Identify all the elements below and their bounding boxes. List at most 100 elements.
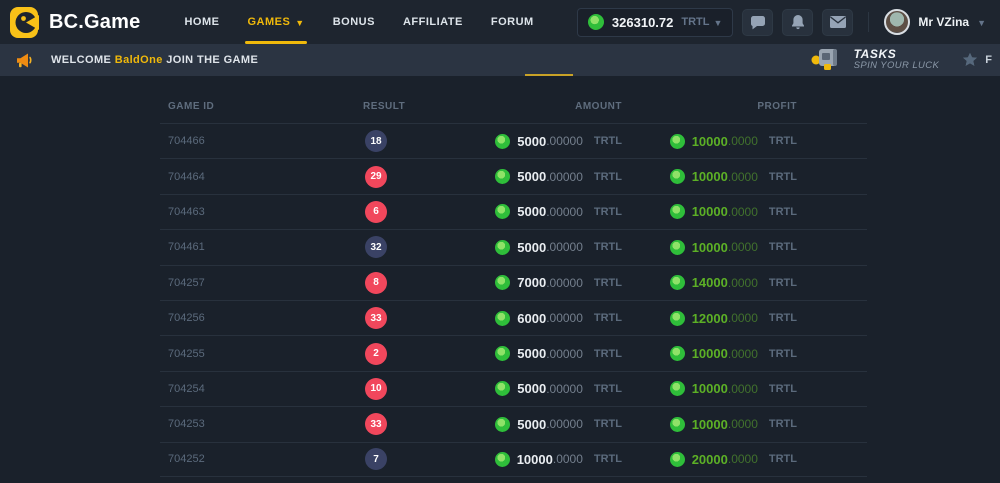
main-content: GAME ID RESULT AMOUNT PROFIT 704466 18 5… [0,76,1000,477]
game-id-cell: 704463 [160,206,363,218]
welcome-message: WELCOME BaldOne JOIN THE GAME [51,54,258,66]
currency-label: TRTL [594,241,622,253]
game-id-cell: 704466 [160,135,363,147]
amount-cell: 6000.00000 TRTL [473,311,622,326]
profit-cell: 20000.0000 TRTL [622,452,797,467]
table-row[interactable]: 704255 2 5000.00000 TRTL 10000.0000 TRTL [160,335,867,370]
game-id-cell: 704255 [160,348,363,360]
amount-cell: 5000.00000 TRTL [473,240,622,255]
column-header-amount: AMOUNT [473,101,622,112]
profit-cell: 10000.0000 TRTL [622,134,797,149]
currency-label: TRTL [769,453,797,465]
coin-icon [670,134,685,149]
messages-button[interactable] [822,9,853,36]
game-id-cell: 704254 [160,383,363,395]
chevron-down-icon: ▼ [295,19,304,28]
tasks-widget[interactable]: TASKS SPIN YOUR LUCK [811,47,940,73]
coin-icon [495,452,510,467]
bets-table: GAME ID RESULT AMOUNT PROFIT 704466 18 5… [160,90,867,477]
currency-label: TRTL [769,348,797,360]
brand-logo[interactable]: BC.Game [10,6,140,39]
amount-cell: 5000.00000 TRTL [473,346,622,361]
profit-cell: 10000.0000 TRTL [622,417,797,432]
nav-item-forum[interactable]: FORUM [477,0,548,44]
notifications-button[interactable] [782,9,813,36]
nav-item-games[interactable]: GAMES▼ [233,0,318,44]
game-id-cell: 704256 [160,312,363,324]
result-cell: 8 [363,272,473,294]
chevron-down-icon: ▼ [713,19,722,28]
balance-currency: TRTL [681,16,709,28]
amount-cell: 5000.00000 TRTL [473,169,622,184]
main-nav: HOME GAMES▼ BONUS AFFILIATE FORUM [170,0,547,44]
currency-label: TRTL [594,135,622,147]
page: BC.Game HOME GAMES▼ BONUS AFFILIATE FORU… [0,0,1000,483]
result-badge: 18 [365,130,387,152]
profit-cell: 10000.0000 TRTL [622,381,797,396]
result-badge: 6 [365,201,387,223]
currency-label: TRTL [769,171,797,183]
nav-item-affiliate[interactable]: AFFILIATE [389,0,477,44]
result-badge: 33 [365,413,387,435]
table-row[interactable]: 704464 29 5000.00000 TRTL 10000.0000 TRT… [160,158,867,193]
coin-icon [495,240,510,255]
coin-icon [670,240,685,255]
tasks-slot-icon [811,47,845,73]
welcome-banner: WELCOME BaldOne JOIN THE GAME TASKS SPIN… [0,44,1000,76]
currency-label: TRTL [594,453,622,465]
result-badge: 8 [365,272,387,294]
table-row[interactable]: 704257 8 7000.00000 TRTL 14000.0000 TRTL [160,265,867,300]
profit-cell: 14000.0000 TRTL [622,275,797,290]
favorites-edge[interactable]: F [961,51,992,69]
result-cell: 29 [363,166,473,188]
table-row[interactable]: 704461 32 5000.00000 TRTL 10000.0000 TRT… [160,229,867,264]
coin-icon [495,204,510,219]
table-body: 704466 18 5000.00000 TRTL 10000.0000 TRT… [160,123,867,477]
result-cell: 10 [363,378,473,400]
table-row[interactable]: 704254 10 5000.00000 TRTL 10000.0000 TRT… [160,371,867,406]
coin-icon [495,169,510,184]
result-badge: 32 [365,236,387,258]
user-menu[interactable]: Mr VZina ▼ [884,9,986,35]
nav-item-home[interactable]: HOME [170,0,233,44]
game-id-cell: 704253 [160,418,363,430]
coin-icon [495,346,510,361]
nav-item-bonus[interactable]: BONUS [319,0,389,44]
table-row[interactable]: 704466 18 5000.00000 TRTL 10000.0000 TRT… [160,123,867,158]
result-cell: 7 [363,448,473,470]
table-row[interactable]: 704256 33 6000.00000 TRTL 12000.0000 TRT… [160,300,867,335]
coin-icon [670,169,685,184]
table-row[interactable]: 704253 33 5000.00000 TRTL 10000.0000 TRT… [160,406,867,441]
coin-icon [670,346,685,361]
result-cell: 18 [363,130,473,152]
coin-icon [495,134,510,149]
profit-cell: 10000.0000 TRTL [622,169,797,184]
chat-icon [750,15,766,30]
table-row[interactable]: 704463 6 5000.00000 TRTL 10000.0000 TRTL [160,194,867,229]
result-cell: 2 [363,343,473,365]
top-navbar: BC.Game HOME GAMES▼ BONUS AFFILIATE FORU… [0,0,1000,44]
profit-cell: 10000.0000 TRTL [622,346,797,361]
chat-button[interactable] [742,9,773,36]
game-id-cell: 704464 [160,171,363,183]
user-name: Mr VZina [918,15,969,29]
currency-label: TRTL [769,206,797,218]
result-badge: 2 [365,343,387,365]
balance-selector[interactable]: 326310.72 TRTL ▼ [577,8,733,37]
table-row[interactable]: 704252 7 10000.0000 TRTL 20000.0000 TRTL [160,442,867,477]
currency-label: TRTL [769,418,797,430]
coin-icon [670,311,685,326]
result-cell: 6 [363,201,473,223]
result-badge: 7 [365,448,387,470]
balance-amount: 326310.72 [612,15,673,30]
chevron-down-icon: ▼ [977,19,986,28]
coin-icon [670,275,685,290]
result-cell: 32 [363,236,473,258]
currency-label: TRTL [594,348,622,360]
profit-cell: 10000.0000 TRTL [622,204,797,219]
currency-label: TRTL [594,171,622,183]
result-cell: 33 [363,307,473,329]
coin-icon [495,381,510,396]
amount-cell: 5000.00000 TRTL [473,134,622,149]
game-id-cell: 704257 [160,277,363,289]
